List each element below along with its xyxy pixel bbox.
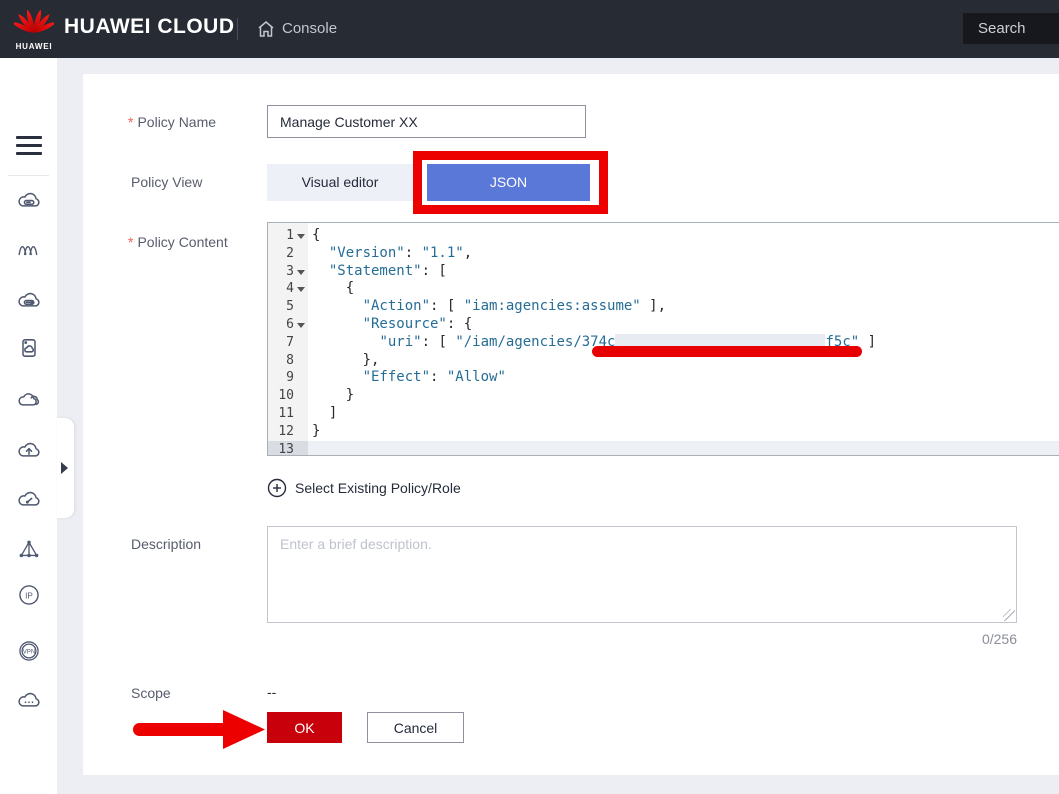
top-bar: HUAWEI HUAWEI CLOUD Console Search <box>0 0 1059 58</box>
line-number: 5 <box>268 298 308 316</box>
fold-arrow-icon[interactable] <box>297 234 305 239</box>
line-number: 8 <box>268 352 308 370</box>
policy-name-label: *Policy Name <box>128 114 216 130</box>
code-line[interactable]: "uri": [ "/iam/agencies/374cf5c" ] <box>312 334 1059 352</box>
char-counter: 0/256 <box>917 631 1017 647</box>
line-number: 9 <box>268 369 308 387</box>
code-line[interactable]: "Action": [ "iam:agencies:assume" ], <box>312 298 1059 316</box>
code-line[interactable]: ] <box>312 405 1059 423</box>
line-number: 13 <box>268 441 308 456</box>
brand-title: HUAWEI CLOUD <box>64 15 235 39</box>
code-line[interactable]: "Version": "1.1", <box>312 245 1059 263</box>
vpn-icon[interactable]: VPN <box>17 639 41 663</box>
cancel-button[interactable]: Cancel <box>367 712 464 743</box>
network-cone-icon[interactable] <box>17 538 41 562</box>
sidebar: IP VPN <box>0 58 57 794</box>
cloud-image-server-icon[interactable] <box>17 289 41 313</box>
code-line[interactable]: } <box>312 423 1059 441</box>
search-input[interactable]: Search <box>963 13 1059 44</box>
fold-arrow-icon[interactable] <box>297 270 305 275</box>
line-number: 3 <box>268 263 308 281</box>
code-line[interactable]: } <box>312 387 1059 405</box>
editor-code[interactable]: { "Version": "1.1", "Statement": [ { "Ac… <box>308 223 1059 455</box>
chevron-right-icon <box>61 462 68 474</box>
required-marker: * <box>128 234 133 250</box>
scope-label: Scope <box>131 685 171 701</box>
visual-editor-tab[interactable]: Visual editor <box>267 164 413 201</box>
code-line[interactable]: { <box>312 280 1059 298</box>
line-number: 2 <box>268 245 308 263</box>
json-tab[interactable]: JSON <box>427 164 590 201</box>
description-label: Description <box>131 536 201 552</box>
scope-value: -- <box>267 684 276 700</box>
policy-name-input[interactable] <box>267 105 586 138</box>
line-number: 12 <box>268 423 308 441</box>
huawei-flower-icon <box>14 4 54 40</box>
elastic-cloud-server-icon[interactable] <box>17 189 41 213</box>
bare-metal-server-icon[interactable] <box>17 336 41 360</box>
topbar-divider <box>237 18 238 40</box>
more-services-cloud-icon[interactable] <box>17 689 41 713</box>
cloud-upload-icon[interactable] <box>17 439 41 463</box>
huawei-logo-icon[interactable]: HUAWEI <box>10 4 58 54</box>
cloud-meter-icon[interactable] <box>17 488 41 512</box>
line-number: 4 <box>268 280 308 298</box>
ok-button[interactable]: OK <box>267 712 342 743</box>
auto-scaling-waves-icon[interactable] <box>17 237 41 261</box>
line-number: 11 <box>268 405 308 423</box>
ip-icon[interactable]: IP <box>17 583 41 607</box>
line-number: 1 <box>268 227 308 245</box>
create-policy-panel: *Policy Name Policy View Visual editor J… <box>83 74 1059 775</box>
fold-arrow-icon[interactable] <box>297 323 305 328</box>
huawei-cloud-console: HUAWEI HUAWEI CLOUD Console Search <box>0 0 1059 794</box>
required-marker: * <box>128 114 133 130</box>
code-line[interactable]: "Effect": "Allow" <box>312 369 1059 387</box>
plus-circle-icon <box>267 478 287 498</box>
redacted-text <box>615 334 825 348</box>
code-line[interactable]: "Resource": { <box>312 316 1059 334</box>
logo-caption: HUAWEI <box>10 42 58 51</box>
console-link[interactable]: Console <box>282 20 337 37</box>
line-number: 6 <box>268 316 308 334</box>
code-line[interactable]: { <box>312 227 1059 245</box>
description-textarea[interactable] <box>267 526 1017 623</box>
code-line[interactable]: "Statement": [ <box>312 263 1059 281</box>
policy-view-label: Policy View <box>131 174 202 190</box>
select-existing-policy-link[interactable]: Select Existing Policy/Role <box>267 477 461 499</box>
code-line[interactable]: }, <box>312 352 1059 370</box>
ip-label: IP <box>25 591 33 600</box>
sidebar-divider <box>8 175 49 176</box>
vpn-label: VPN <box>23 648 36 655</box>
editor-gutter: 12345678910111213 <box>268 223 308 455</box>
policy-json-editor[interactable]: 12345678910111213 { "Version": "1.1", "S… <box>267 222 1059 456</box>
clouds-icon[interactable] <box>17 388 41 412</box>
sidebar-expand-handle[interactable] <box>57 418 74 518</box>
menu-icon[interactable] <box>16 136 42 160</box>
fold-arrow-icon[interactable] <box>297 287 305 292</box>
policy-content-label: *Policy Content <box>128 234 228 250</box>
line-number: 10 <box>268 387 308 405</box>
code-line[interactable] <box>308 441 1059 456</box>
line-number: 7 <box>268 334 308 352</box>
home-icon[interactable] <box>256 19 276 44</box>
select-existing-policy-label: Select Existing Policy/Role <box>295 480 461 496</box>
